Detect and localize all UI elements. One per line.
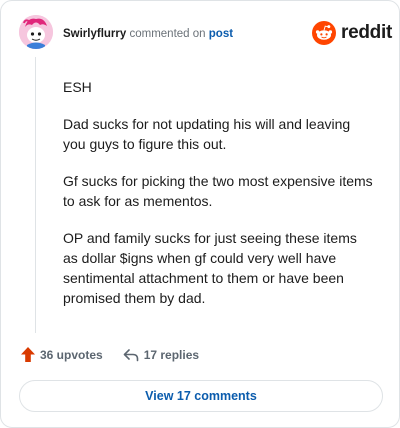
upvote-count: 36 upvotes (40, 347, 103, 362)
comment-paragraph: OP and family sucks for just seeing thes… (63, 230, 357, 306)
thread-line (35, 57, 36, 333)
avatar[interactable] (19, 15, 53, 49)
reply-arrow-icon (123, 348, 139, 361)
comment-actions: 36 upvotes 17 replies (21, 347, 199, 362)
reddit-wordmark: reddit (341, 22, 392, 43)
reddit-snoo-icon (312, 21, 336, 45)
comment-header: Swirlyflurry commented on post (63, 27, 233, 41)
comment-body: ESH Dad sucks for not updating his will … (63, 77, 375, 325)
replies-button[interactable]: 17 replies (123, 348, 199, 362)
comment-paragraph: ESH (63, 79, 92, 95)
embedded-comment-card: Swirlyflurry commented on post reddit ES… (0, 0, 400, 428)
reddit-logo[interactable]: reddit (312, 21, 392, 45)
commented-on-text: commented on (129, 28, 206, 40)
username[interactable]: Swirlyflurry (63, 28, 126, 40)
snoo-avatar-icon (19, 15, 53, 49)
reply-count: 17 replies (143, 347, 200, 362)
upvote-arrow-icon (21, 347, 35, 362)
upvote-button[interactable]: 36 upvotes (21, 347, 103, 362)
post-link[interactable]: post (209, 28, 233, 40)
comment-paragraph: Gf sucks for picking the two most expens… (63, 173, 373, 209)
view-comments-button[interactable]: View 17 comments (19, 380, 383, 412)
comment-paragraph: Dad sucks for not updating his will and … (63, 116, 351, 152)
